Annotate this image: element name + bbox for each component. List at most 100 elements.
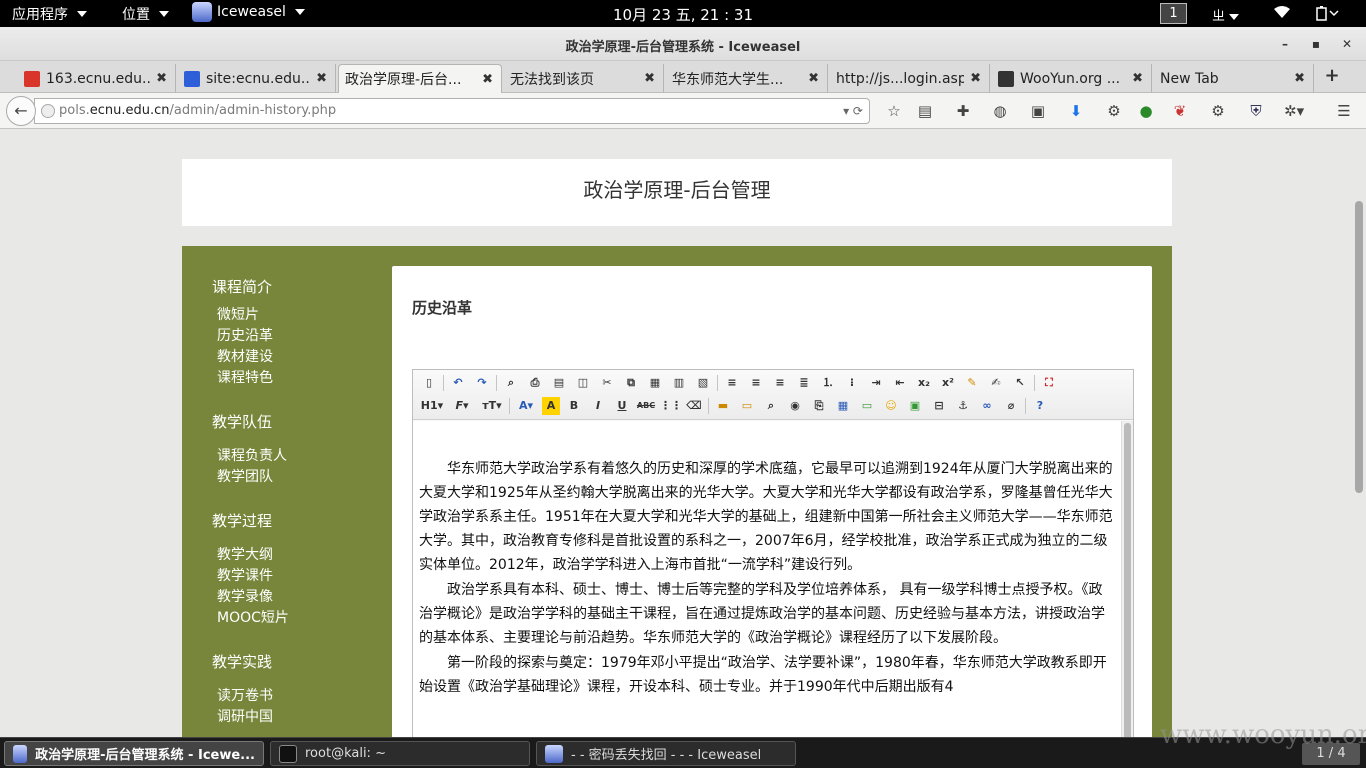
heading-dropdown[interactable]: H1▾ (419, 397, 445, 415)
source-icon[interactable]: ▯ (419, 374, 439, 392)
dotted-border-icon[interactable]: ⋮⋮ (660, 397, 682, 415)
addons-puzzle-icon[interactable]: ✚ (953, 101, 973, 121)
tab-new-tab[interactable]: New Tab ✖ (1154, 64, 1314, 93)
input-method-menu[interactable]: ㄓ (1212, 5, 1240, 24)
sidebar-link-team[interactable]: 教学团队 (217, 467, 289, 488)
workspace-indicator[interactable]: 1 (1160, 3, 1187, 24)
close-tab-icon[interactable]: ✖ (808, 71, 819, 86)
gear-icon[interactable]: ⚙ (1104, 101, 1124, 121)
sidebar-link-mooc[interactable]: MOOC短片 (217, 608, 289, 629)
link-icon[interactable]: ∞ (977, 397, 997, 415)
close-tab-icon[interactable]: ✖ (316, 71, 327, 86)
sidebar-link-research[interactable]: 调研中国 (217, 707, 289, 728)
justify-icon[interactable]: ≣ (794, 374, 814, 392)
battery-icon[interactable] (1316, 5, 1340, 25)
sidebar-section-process[interactable]: 教学过程 (212, 510, 289, 531)
close-tab-icon[interactable]: ✖ (156, 71, 167, 86)
copy-icon[interactable]: ⧉ (621, 374, 641, 392)
sidebar-link-features[interactable]: 课程特色 (217, 368, 289, 389)
flash-icon[interactable]: ◉ (785, 397, 805, 415)
outdent-icon[interactable]: ⇤ (890, 374, 910, 392)
subscript-icon[interactable]: x₂ (914, 374, 934, 392)
wifi-icon[interactable] (1273, 5, 1291, 23)
sidebar-section-team[interactable]: 教学队伍 (212, 411, 289, 432)
image-search-icon[interactable]: ⌕ (761, 397, 781, 415)
unlink-icon[interactable]: ⌀ (1001, 397, 1021, 415)
maximize-button[interactable]: ▪ (1305, 34, 1327, 54)
undo-icon[interactable]: ↶ (448, 374, 468, 392)
settings-cog-icon[interactable]: ⚙ (1208, 101, 1228, 121)
unordered-list-icon[interactable]: ⁝ (842, 374, 862, 392)
italic-button[interactable]: I (588, 397, 608, 415)
close-tab-icon[interactable]: ✖ (644, 71, 655, 86)
hamburger-menu-icon[interactable]: ☰ (1334, 101, 1354, 121)
sidebar-link-history[interactable]: 历史沿革 (217, 326, 289, 347)
tab-ecnu-student[interactable]: 华东师范大学生... ✖ (666, 64, 828, 93)
tab-login-asp[interactable]: http://js...login.asp ✖ (830, 64, 990, 93)
tab-baidu-search[interactable]: site:ecnu.edu.... ✖ (178, 64, 336, 93)
preview-icon[interactable]: ⌕ (501, 374, 521, 392)
indent-icon[interactable]: ⇥ (866, 374, 886, 392)
sidebar-link-micro-film[interactable]: 微短片 (217, 305, 289, 326)
bookmarks-list-icon[interactable]: ▤ (915, 101, 935, 121)
underline-button[interactable]: U (612, 397, 632, 415)
close-tab-icon[interactable]: ✖ (970, 71, 981, 86)
shield-icon[interactable]: ⛨ (1246, 101, 1266, 121)
editor-scroll-thumb[interactable] (1124, 423, 1131, 737)
paste-word-icon[interactable]: ▧ (693, 374, 713, 392)
tab-admin-active[interactable]: 政治学原理-后台... ✖ (338, 64, 502, 93)
insert-row-icon[interactable]: ▬ (713, 397, 733, 415)
ordered-list-icon[interactable]: ⒈ (818, 374, 838, 392)
close-tab-icon[interactable]: ✖ (1132, 71, 1143, 86)
back-button[interactable]: ← (6, 96, 36, 126)
tab-163[interactable]: 163.ecnu.edu.... ✖ (18, 64, 176, 93)
font-color-dropdown[interactable]: A▾ (514, 397, 538, 415)
url-dropdown-and-reload[interactable]: ▾ ⟳ (843, 99, 863, 123)
strikethrough-button[interactable]: ABC (636, 397, 656, 415)
paste-text-icon[interactable]: ▥ (669, 374, 689, 392)
font-size-dropdown[interactable]: тT▾ (479, 397, 505, 415)
sidebar-section-intro[interactable]: 课程简介 (212, 276, 289, 297)
new-tab-button[interactable]: + (1322, 66, 1342, 86)
cursor-icon[interactable]: ↖ (1010, 374, 1030, 392)
globe-button-icon[interactable]: ◍ (990, 101, 1010, 121)
sidebar-link-reading[interactable]: 读万卷书 (217, 686, 289, 707)
url-bar[interactable]: pols.ecnu.edu.cn/admin/admin-history.php… (34, 98, 870, 124)
editor-content-area[interactable]: 华东师范大学政治学系有着悠久的历史和深厚的学术底蕴，它最早可以追溯到1924年从… (413, 421, 1121, 737)
tab-page-not-found[interactable]: 无法找到该页 ✖ (504, 64, 664, 93)
eraser-icon[interactable]: ⌫ (684, 397, 704, 415)
page-viewport[interactable]: 政治学原理-后台管理 课程简介 微短片 历史沿革 教材建设 课程特色 教学队伍 … (0, 129, 1366, 737)
window-titlebar[interactable]: 政治学原理-后台管理系统 - Iceweasel – ▪ ✕ (0, 27, 1366, 61)
task-terminal[interactable]: root@kali: ~ (270, 741, 530, 766)
anchor-icon[interactable]: ⚓ (953, 397, 973, 415)
green-circle-icon[interactable]: ● (1136, 101, 1156, 121)
superscript-icon[interactable]: x² (938, 374, 958, 392)
sidebar-section-practice[interactable]: 教学实践 (212, 651, 289, 672)
horizontal-rule-icon[interactable]: ▭ (857, 397, 877, 415)
download-arrow-icon[interactable]: ⬇ (1066, 101, 1086, 121)
link-chain-icon[interactable]: ❦ (1170, 101, 1190, 121)
fullscreen-icon[interactable]: ⛶ (1039, 374, 1059, 392)
cut-icon[interactable]: ✂ (597, 374, 617, 392)
page-scroll-thumb[interactable] (1355, 201, 1363, 493)
bold-button[interactable]: B (564, 397, 584, 415)
extension-menu-icon[interactable]: ✲▾ (1284, 101, 1304, 121)
highlight-color-dropdown[interactable]: A (542, 397, 560, 415)
table-icon[interactable]: ▦ (833, 397, 853, 415)
print-icon[interactable]: ⎙ (525, 374, 545, 392)
close-tab-icon[interactable]: ✖ (1294, 71, 1305, 86)
minimize-button[interactable]: – (1274, 34, 1296, 54)
close-tab-icon[interactable]: ✖ (482, 72, 493, 87)
redo-icon[interactable]: ↷ (472, 374, 492, 392)
task-iceweasel-password[interactable]: - - 密码丢失找回 - - - Iceweasel (536, 741, 796, 766)
sidebar-link-videos[interactable]: 教学录像 (217, 587, 289, 608)
select-all-icon[interactable]: ✍ (986, 374, 1006, 392)
sidebar-link-textbooks[interactable]: 教材建设 (217, 347, 289, 368)
editor-scrollbar[interactable] (1121, 421, 1133, 737)
sidebar-link-syllabus[interactable]: 教学大纲 (217, 545, 289, 566)
insert-image-icon[interactable]: ▣ (905, 397, 925, 415)
code-icon[interactable]: ◫ (573, 374, 593, 392)
task-iceweasel-admin[interactable]: 政治学原理-后台管理系统 - Icewe... (4, 741, 264, 766)
template-icon[interactable]: ▤ (549, 374, 569, 392)
attachment-icon[interactable]: ⎘ (809, 397, 829, 415)
